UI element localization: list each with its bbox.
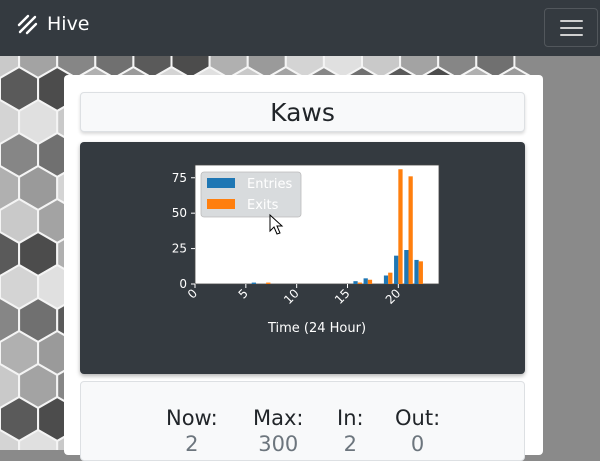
bar-exits <box>367 279 373 284</box>
bar-entries <box>251 282 256 284</box>
y-tick-label: 50 <box>172 206 187 220</box>
bar-exits <box>418 261 423 284</box>
stat-max: Max: 300 <box>253 406 304 456</box>
stat-value: 0 <box>410 432 425 456</box>
legend-swatch <box>207 199 235 209</box>
occupancy-chart-panel: 0 25 50 75 0 5 10 15 20 Time (24 Hour) Entries Exit… <box>80 142 525 374</box>
x-tick-label: 15 <box>332 286 353 307</box>
stat-now: Now: 2 <box>166 406 218 456</box>
bar-exits <box>408 176 413 284</box>
legend-label: Exits <box>247 198 279 213</box>
legend-label: Entries <box>247 177 293 192</box>
y-tick-label: 25 <box>172 242 187 256</box>
bar-exits <box>357 282 362 284</box>
x-tick-label: 20 <box>383 286 404 307</box>
hive-logo-icon <box>17 14 38 35</box>
x-axis-label: Time (24 Hour) <box>267 321 366 336</box>
stat-value: 2 <box>343 432 357 456</box>
y-tick-label: 0 <box>179 277 187 291</box>
x-tick-label: 5 <box>236 286 251 301</box>
bar-entries <box>394 255 399 284</box>
navbar-brand[interactable]: Hive <box>16 13 90 35</box>
location-title-box: Kaws <box>80 92 525 132</box>
stat-label: Max: <box>253 406 304 430</box>
brand-name: Hive <box>47 13 90 35</box>
menu-toggle-button[interactable] <box>544 8 598 47</box>
stat-label: Now: <box>166 406 218 430</box>
legend-swatch <box>207 178 235 188</box>
stat-value: 2 <box>185 432 199 456</box>
navbar: Hive <box>0 0 600 56</box>
bar-exits <box>266 282 271 284</box>
stat-in: In: 2 <box>337 406 364 456</box>
stats-panel: Now: 2 Max: 300 In: 2 Out: 0 <box>80 381 525 461</box>
bar-entries <box>363 278 368 284</box>
bar-entries <box>383 275 389 284</box>
stat-label: Out: <box>395 406 441 430</box>
bar-entries <box>414 259 419 284</box>
stat-label: In: <box>337 406 364 430</box>
occupancy-chart: 0 25 50 75 0 5 10 15 20 Time (24 Hour) Entries Exit… <box>172 164 440 336</box>
bar-exits <box>398 169 403 284</box>
x-tick-label: 0 <box>185 286 200 301</box>
bar-exits <box>388 272 393 284</box>
y-tick-label: 75 <box>172 171 187 185</box>
stat-out: Out: 0 <box>395 406 440 456</box>
x-tick-label: 10 <box>281 286 302 307</box>
hamburger-menu-icon <box>560 20 583 22</box>
location-title: Kaws <box>270 97 335 127</box>
bar-entries <box>353 281 358 284</box>
stat-value: 300 <box>258 432 299 456</box>
bar-entries <box>404 250 409 284</box>
